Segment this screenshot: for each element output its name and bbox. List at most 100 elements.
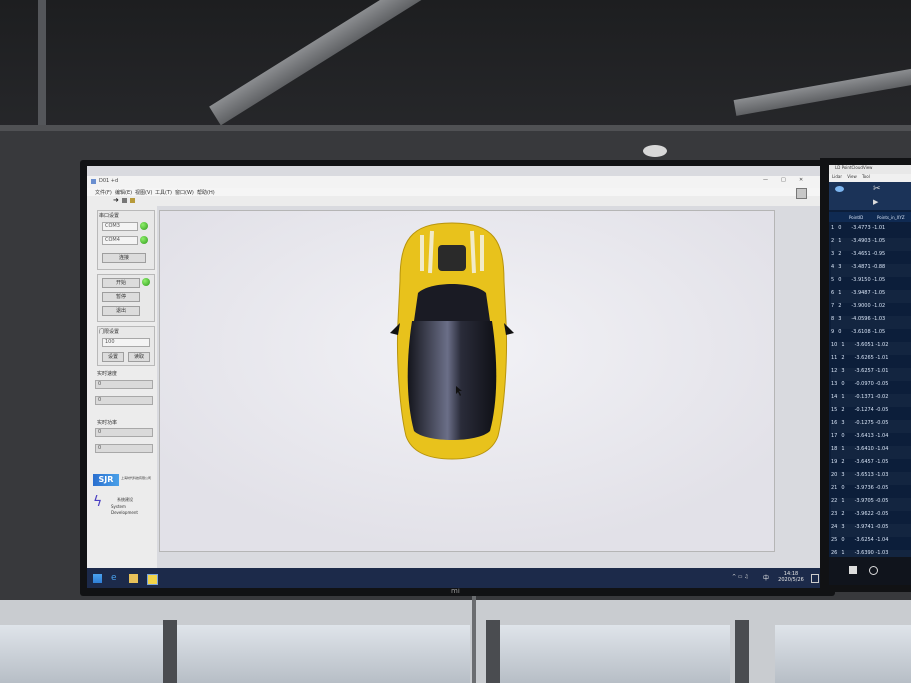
menu-edit[interactable]: 编辑(E) [115,189,132,196]
taskbar: e ^ ▭ ♫ 中 14:18 2020/5/26 [87,568,827,588]
windows-start-icon[interactable] [93,574,102,583]
minimize-icon[interactable]: — [763,177,768,183]
pointcloud-row[interactable]: 12 3 -3.6257 -1.01 [831,368,911,381]
pointcloud-row[interactable]: 6 1 -3.9487 -1.05 [831,290,911,303]
pause-button[interactable]: 暂停 [102,292,140,302]
row-index: 1 [831,225,835,231]
row-point-id: 3 [841,472,845,478]
pointcloud-row[interactable]: 14 1 -0.1371 -0.02 [831,394,911,407]
power-value-2: 0 [95,444,153,453]
pointcloud-row[interactable]: 23 2 -3.9622 -0.05 [831,511,911,524]
row-point-id: 1 [841,342,845,348]
pointcloud-row[interactable]: 15 2 -0.1274 -0.05 [831,407,911,420]
row-xyz: -3.6513 -1.03 [854,472,889,478]
menu-view2[interactable]: View [843,174,857,179]
row-xyz: -3.6254 -1.04 [854,537,889,543]
threshold-input[interactable]: 100 [102,338,150,347]
pointcloud-row[interactable]: 2 1 -3.4903 -1.05 [831,238,911,251]
pointcloud-row[interactable]: 17 0 -3.6413 -1.04 [831,433,911,446]
threshold-read-button[interactable]: 读取 [128,352,150,362]
pointcloud-titlebar: LD PointCloudView [829,165,911,174]
row-point-id: 3 [841,420,845,426]
menu-lidar[interactable]: Lidar [829,174,842,179]
menu-window[interactable]: 窗口(W) [175,189,194,196]
row-xyz: -3.4651 -0.95 [851,251,886,257]
pointcloud-row[interactable]: 20 3 -3.6513 -1.03 [831,472,911,485]
play-icon[interactable]: ▶ [873,198,878,206]
pointcloud-row[interactable]: 25 0 -3.6254 -1.04 [831,537,911,550]
pointcloud-row[interactable]: 13 0 -0.0970 -0.05 [831,381,911,394]
pointcloud-row[interactable]: 8 3 -4.0596 -1.03 [831,316,911,329]
pointcloud-row[interactable]: 1 0 -3.4773 -1.01 [831,225,911,238]
ime-indicator[interactable]: 中 [763,573,769,582]
pointcloud-row[interactable]: 4 3 -3.4871 -0.88 [831,264,911,277]
row-point-id: 0 [841,433,845,439]
lidar-icon[interactable] [835,186,844,192]
sd-english-2: Development [111,510,138,515]
row-index: 2 [831,238,835,244]
pointcloud-row[interactable]: 16 3 -0.1275 -0.05 [831,420,911,433]
tray-icons: ^ ▭ ♫ [732,574,749,580]
notification-icon[interactable] [811,574,819,583]
tool-icon[interactable]: ✂ [873,184,881,194]
status-led-3 [142,278,150,286]
row-xyz: -3.4773 -1.01 [851,225,886,231]
window-pane [500,625,730,683]
row-index: 11 [831,355,838,361]
second-monitor-screen: LD PointCloudView Lidar View Tool ✂ ▶ Po… [829,165,911,585]
edge-browser-icon[interactable]: e [111,574,120,583]
menu-tool[interactable]: Tool [858,174,870,179]
pointcloud-row[interactable]: 21 0 -3.9736 -0.05 [831,485,911,498]
start-button[interactable]: 开始 [102,278,140,288]
pointcloud-row[interactable]: 19 2 -3.6457 -1.05 [831,459,911,472]
row-index: 25 [831,537,838,543]
taskbar-clock[interactable]: 14:18 2020/5/26 [775,571,807,583]
window-pane [775,625,911,683]
second-start-icon[interactable] [849,566,857,574]
row-point-id: 1 [841,550,845,556]
menu-tools[interactable]: 工具(T) [155,189,172,196]
row-point-id: 1 [838,238,842,244]
threshold-group-title: 门限设置 [99,329,120,335]
app-taskbar-icon[interactable] [147,574,158,585]
row-point-id: 2 [838,251,842,257]
com-port-2-select[interactable]: COM4 [102,236,138,245]
pointcloud-row[interactable]: 24 3 -3.9741 -0.05 [831,524,911,537]
pointcloud-row[interactable]: 7 2 -3.9000 -1.02 [831,303,911,316]
row-xyz: -0.0970 -0.05 [854,381,889,387]
threshold-set-button[interactable]: 设置 [102,352,124,362]
menu-help[interactable]: 帮助(H) [197,189,215,196]
maximize-icon[interactable]: □ [781,177,786,183]
row-index: 7 [831,303,835,309]
ceiling-pipe [38,0,46,128]
pause-icon[interactable] [130,198,135,203]
windshield [414,284,490,321]
run-arrow-icon[interactable]: ➜ [113,196,119,204]
pointcloud-row[interactable]: 9 0 -3.6108 -1.05 [831,329,911,342]
pointcloud-row[interactable]: 22 1 -3.9705 -0.05 [831,498,911,511]
stop-icon[interactable] [122,198,127,203]
row-xyz: -3.9705 -0.05 [854,498,889,504]
speed-label: 实时速度 [97,371,118,377]
row-point-id: 1 [841,498,845,504]
menu-view[interactable]: 视图(V) [135,189,152,196]
row-xyz: -0.1275 -0.05 [854,420,889,426]
pointcloud-row[interactable]: 11 2 -3.6265 -1.01 [831,355,911,368]
pointcloud-row[interactable]: 5 0 -3.9150 -1.05 [831,277,911,290]
row-xyz: -3.9736 -0.05 [854,485,889,491]
row-index: 14 [831,394,838,400]
second-search-icon[interactable] [869,566,878,575]
connect-button[interactable]: 连接 [102,253,146,263]
row-xyz: -3.9487 -1.05 [851,290,886,296]
menu-file[interactable]: 文件(F) [95,189,112,196]
pointcloud-row[interactable]: 18 1 -3.6410 -1.04 [831,446,911,459]
visualization-canvas[interactable] [159,210,775,552]
file-explorer-icon[interactable] [129,574,138,583]
app-icon [91,179,96,184]
row-index: 6 [831,290,835,296]
exit-button[interactable]: 退出 [102,306,140,316]
pointcloud-row[interactable]: 10 1 -3.6051 -1.02 [831,342,911,355]
com-port-1-select[interactable]: COM3 [102,222,138,231]
close-icon[interactable]: ✕ [799,177,803,183]
pointcloud-row[interactable]: 3 2 -3.4651 -0.95 [831,251,911,264]
